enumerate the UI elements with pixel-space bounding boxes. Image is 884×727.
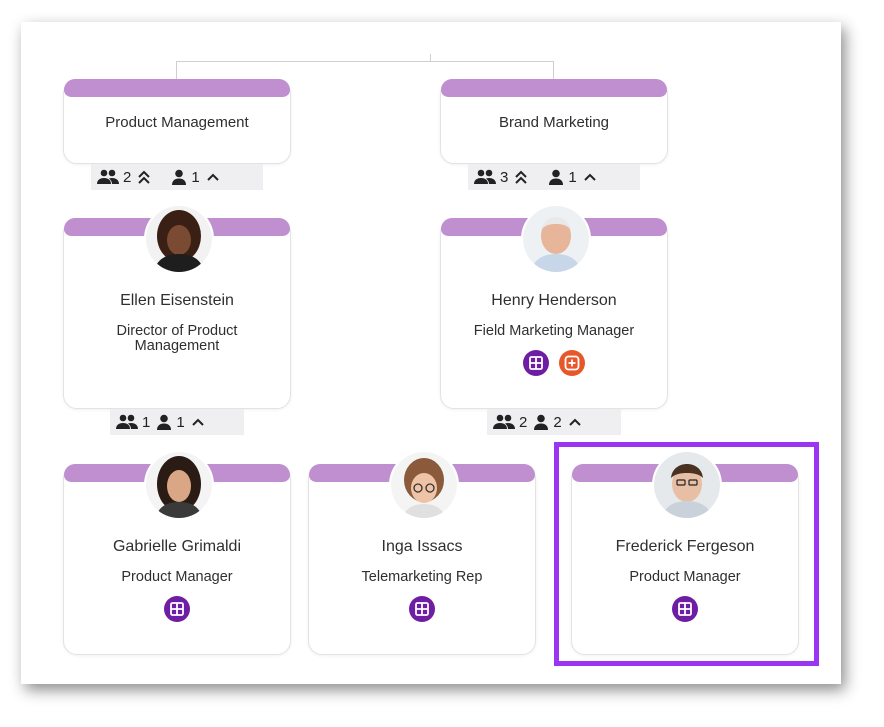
people-count: 1 xyxy=(191,168,200,186)
card-header-band xyxy=(64,79,290,97)
person-name: Inga Issacs xyxy=(381,538,463,555)
stats-bar-product-management: 2 1 xyxy=(91,164,263,190)
person-role: Field Marketing Manager xyxy=(473,323,635,339)
people-count: 1 xyxy=(176,413,185,431)
stats-bar-henry-henderson: 2 2 xyxy=(487,409,621,435)
connector-line xyxy=(176,61,554,62)
person-icon xyxy=(548,169,564,185)
double-chevron-up-icon[interactable] xyxy=(137,169,151,185)
chevron-up-icon[interactable] xyxy=(568,414,582,430)
groups-icon xyxy=(97,169,119,185)
grid-icon[interactable] xyxy=(409,596,435,622)
add-icon[interactable] xyxy=(559,350,586,376)
selection-highlight xyxy=(554,442,819,666)
person-icon xyxy=(156,414,172,430)
avatar xyxy=(144,204,214,274)
groups-icon xyxy=(493,414,515,430)
person-name: Henry Henderson xyxy=(491,292,617,309)
grid-icon[interactable] xyxy=(164,596,190,622)
groups-count: 3 xyxy=(500,168,509,186)
avatar xyxy=(389,450,459,520)
double-chevron-up-icon[interactable] xyxy=(514,169,528,185)
avatar xyxy=(521,204,591,274)
groups-count: 1 xyxy=(142,413,151,431)
stats-bar-brand-marketing: 3 1 xyxy=(468,164,640,190)
chevron-up-icon[interactable] xyxy=(583,169,597,185)
avatar xyxy=(144,450,214,520)
groups-icon xyxy=(116,414,138,430)
person-name: Gabrielle Grimaldi xyxy=(112,538,242,555)
groups-count: 2 xyxy=(123,168,132,186)
department-title: Brand Marketing xyxy=(498,114,610,131)
card-header-band xyxy=(441,79,667,97)
groups-count: 2 xyxy=(519,413,528,431)
people-count: 2 xyxy=(553,413,562,431)
person-role: Product Manager xyxy=(121,569,233,585)
chevron-up-icon[interactable] xyxy=(191,414,205,430)
person-card-ellen-eisenstein[interactable]: Ellen Eisenstein Director of Product Man… xyxy=(63,204,291,409)
person-card-henry-henderson[interactable]: Henry Henderson Field Marketing Manager xyxy=(440,204,668,409)
person-icon xyxy=(533,414,549,430)
person-name: Ellen Eisenstein xyxy=(120,292,234,309)
person-card-gabrielle-grimaldi[interactable]: Gabrielle Grimaldi Product Manager xyxy=(63,450,291,655)
chevron-up-icon[interactable] xyxy=(206,169,220,185)
department-card-product-management[interactable]: Product Management xyxy=(63,79,291,164)
person-role: Telemarketing Rep xyxy=(361,569,483,585)
person-role: Director of Product Management xyxy=(116,323,238,354)
people-count: 1 xyxy=(568,168,577,186)
person-card-inga-issacs[interactable]: Inga Issacs Telemarketing Rep xyxy=(308,450,536,655)
grid-icon[interactable] xyxy=(522,350,549,376)
department-title: Product Management xyxy=(105,114,249,131)
connector-line xyxy=(553,61,554,81)
person-icon xyxy=(171,169,187,185)
department-card-brand-marketing[interactable]: Brand Marketing xyxy=(440,79,668,164)
stats-bar-ellen-eisenstein: 1 1 xyxy=(110,409,244,435)
groups-icon xyxy=(474,169,496,185)
connector-line xyxy=(176,61,177,81)
